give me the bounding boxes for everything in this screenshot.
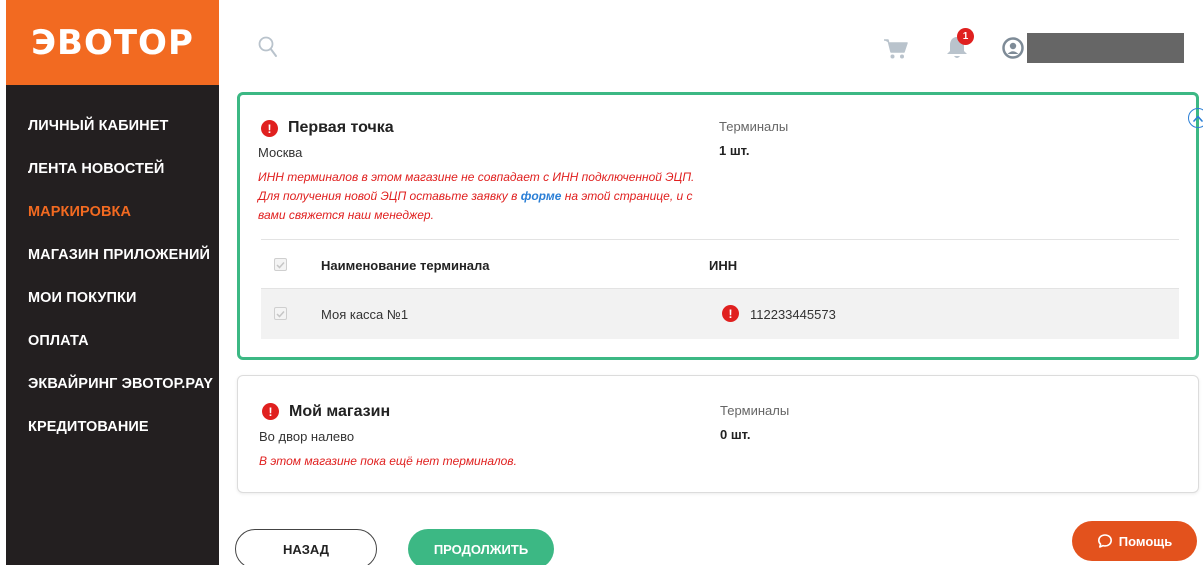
store-address: Во двор налево: [259, 429, 355, 444]
store-title: Мой магазин: [289, 403, 391, 420]
form-link[interactable]: форме: [521, 189, 562, 203]
alert-icon: !: [261, 120, 278, 137]
sidebar-item-moi-pokupki[interactable]: МОИ ПОКУПКИ: [6, 290, 219, 333]
terminals-table: Наименование терминала ИНН Моя касса №1 …: [261, 239, 1179, 339]
cart-icon[interactable]: [883, 38, 909, 60]
row-checkbox[interactable]: [274, 307, 287, 320]
alert-icon: !: [262, 403, 279, 420]
continue-button[interactable]: ПРОДОЛЖИТЬ: [408, 529, 554, 565]
user-name-redacted[interactable]: [1027, 33, 1184, 63]
back-button[interactable]: НАЗАД: [235, 529, 377, 565]
terminals-label: Терминалы: [719, 119, 789, 134]
terminals-count: 0 шт.: [720, 427, 751, 442]
sidebar-item-oplata[interactable]: ОПЛАТА: [6, 333, 219, 376]
search-icon[interactable]: [258, 36, 278, 58]
sidebar-item-ekvairing[interactable]: ЭКВАЙРИНГ ЭВОТОР.PAY: [6, 376, 219, 419]
terminals-label: Терминалы: [720, 403, 790, 418]
table-header: Наименование терминала ИНН: [261, 239, 1179, 289]
select-all-checkbox[interactable]: [274, 258, 287, 271]
user-avatar-icon[interactable]: [1002, 37, 1024, 59]
column-header-name: Наименование терминала: [321, 258, 490, 273]
logo[interactable]: ЭВОТОР: [6, 0, 219, 85]
table-row: Моя касса №1 ! 112233445573: [261, 289, 1179, 339]
terminals-count: 1 шт.: [719, 143, 750, 158]
sidebar-item-magazin-prilozhenii[interactable]: МАГАЗИН ПРИЛОЖЕНИЙ: [6, 247, 219, 290]
terminal-name: Моя касса №1: [321, 307, 409, 322]
notification-badge: 1: [957, 28, 974, 45]
chevron-up-icon: [1193, 115, 1203, 122]
check-icon: [276, 310, 285, 318]
column-header-inn: ИНН: [709, 258, 738, 273]
help-button[interactable]: Помощь: [1072, 521, 1197, 561]
help-label: Помощь: [1118, 533, 1173, 549]
notifications-button[interactable]: 1: [944, 28, 974, 61]
store-card-second: ! Мой магазин Во двор налево В этом мага…: [237, 375, 1199, 493]
sidebar-item-markirovka[interactable]: МАРКИРОВКА: [6, 204, 219, 247]
alert-icon: !: [722, 305, 739, 322]
store-address: Москва: [258, 145, 303, 160]
store-title: Первая точка: [288, 119, 394, 136]
logo-text: ЭВОТОР: [31, 22, 194, 63]
check-icon: [276, 261, 285, 269]
chat-bubble-icon: [1097, 534, 1112, 548]
store-warning: ИНН терминалов в этом магазине не совпад…: [258, 170, 695, 222]
store-card-first: ! Первая точка Москва ИНН терминалов в э…: [237, 92, 1203, 360]
terminal-inn: 112233445573: [750, 307, 836, 322]
sidebar: ЭВОТОР ЛИЧНЫЙ КАБИНЕТ ЛЕНТА НОВОСТЕЙ МАР…: [6, 0, 219, 565]
sidebar-item-lenta-novostei[interactable]: ЛЕНТА НОВОСТЕЙ: [6, 161, 219, 204]
collapse-button[interactable]: [1188, 108, 1203, 128]
sidebar-item-lichnyi-kabinet[interactable]: ЛИЧНЫЙ КАБИНЕТ: [6, 118, 219, 161]
sidebar-item-kreditovanie[interactable]: КРЕДИТОВАНИЕ: [6, 419, 219, 462]
store-warning: В этом магазине пока ещё нет терминалов.: [259, 454, 517, 468]
sidebar-nav: ЛИЧНЫЙ КАБИНЕТ ЛЕНТА НОВОСТЕЙ МАРКИРОВКА…: [6, 118, 219, 462]
